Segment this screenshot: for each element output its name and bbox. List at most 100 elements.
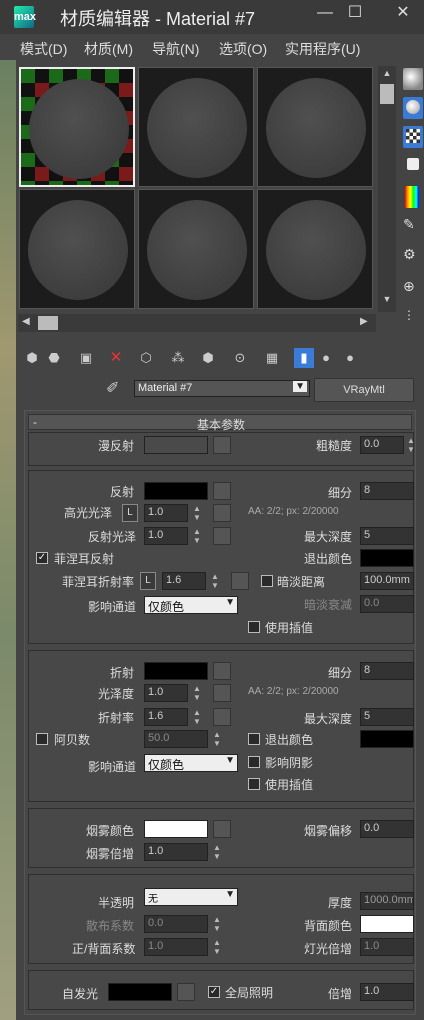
menu-navigation[interactable]: 导航(N) bbox=[152, 39, 199, 59]
assign-to-selection-icon[interactable]: ▣ bbox=[76, 348, 96, 368]
refract-use-interp-checkbox[interactable] bbox=[248, 778, 260, 790]
uv-tiling-icon[interactable] bbox=[407, 158, 419, 170]
material-id-channel-icon[interactable]: ⊙ bbox=[230, 348, 250, 368]
sample-type-icon[interactable] bbox=[403, 68, 423, 90]
horizontal-scrollbar[interactable]: ◀ ▶ bbox=[18, 314, 376, 332]
diffuse-map-button[interactable] bbox=[213, 436, 231, 454]
menu-mode[interactable]: 模式(D) bbox=[20, 39, 67, 59]
translucency-dropdown[interactable]: 无 ▼ bbox=[144, 888, 238, 906]
sample-slot-6[interactable] bbox=[257, 189, 373, 309]
material-name-field[interactable]: Material #7 ▼ bbox=[134, 380, 310, 397]
sample-slot-5[interactable] bbox=[138, 189, 254, 309]
fog-bias-input[interactable]: 0.0 bbox=[360, 820, 414, 838]
refract-map-button[interactable] bbox=[213, 662, 231, 680]
reset-map-icon[interactable]: ✕ bbox=[106, 348, 126, 368]
put-to-library-icon[interactable]: ⬢ bbox=[198, 348, 218, 368]
show-shaded-in-viewport-icon[interactable]: ▦ bbox=[262, 348, 282, 368]
sample-slot-2[interactable] bbox=[138, 67, 254, 187]
vertical-scrollbar[interactable]: ▲ ▼ bbox=[378, 66, 396, 312]
front-back-coeff-spinner[interactable]: ▲ ▼ bbox=[212, 938, 222, 956]
refract-gloss-spinner[interactable]: ▲ ▼ bbox=[192, 684, 202, 702]
abbe-spinner[interactable]: ▲ ▼ bbox=[212, 730, 222, 748]
refract-ior-map-button[interactable] bbox=[213, 708, 231, 726]
affect-shadows-checkbox[interactable] bbox=[248, 756, 260, 768]
dim-distance-checkbox[interactable] bbox=[261, 575, 273, 587]
reflect-exit-color-swatch[interactable] bbox=[360, 549, 414, 567]
fresnel-checkbox[interactable]: ✓ bbox=[36, 552, 48, 564]
select-by-material-icon[interactable]: ⊕ bbox=[403, 278, 423, 300]
minimize-button[interactable]: — bbox=[312, 2, 338, 24]
make-unique-icon[interactable]: ⁂ bbox=[168, 348, 188, 368]
sample-slot-3[interactable] bbox=[257, 67, 373, 187]
roughness-spinner[interactable]: ▲ ▼ bbox=[406, 436, 416, 454]
refract-exit-color-checkbox[interactable] bbox=[248, 733, 260, 745]
reflect-gloss-input[interactable]: 1.0 bbox=[144, 527, 188, 545]
material-type-button[interactable]: VRayMtl bbox=[314, 378, 414, 402]
hscroll-thumb[interactable] bbox=[38, 316, 58, 330]
refract-max-depth-input[interactable]: 5 bbox=[360, 708, 414, 726]
put-to-scene-icon[interactable]: ⬣ bbox=[44, 348, 64, 368]
refract-gloss-map-button[interactable] bbox=[213, 684, 231, 702]
dim-distance-input[interactable]: 100.0mm bbox=[360, 572, 414, 590]
go-to-parent-icon[interactable]: ● bbox=[316, 348, 336, 368]
hilight-lock-button[interactable]: L bbox=[122, 504, 138, 522]
abbe-input[interactable]: 50.0 bbox=[144, 730, 208, 748]
scroll-up-icon[interactable]: ▲ bbox=[380, 68, 394, 82]
refract-affect-channels-dropdown[interactable]: 仅颜色 ▼ bbox=[144, 754, 238, 772]
backlight-icon[interactable] bbox=[403, 97, 423, 119]
refract-subdivs-input[interactable]: 8 bbox=[360, 662, 414, 680]
sample-slot-1[interactable] bbox=[19, 67, 135, 187]
fresnel-ior-spinner[interactable]: ▲ ▼ bbox=[210, 572, 220, 590]
thickness-input[interactable]: 1000.0mm bbox=[360, 892, 414, 910]
sample-slot-4[interactable] bbox=[19, 189, 135, 309]
dim-falloff-input[interactable]: 0.0 bbox=[360, 595, 414, 613]
light-multiplier-input[interactable]: 1.0 bbox=[360, 938, 414, 956]
video-color-check-icon[interactable] bbox=[405, 186, 419, 208]
front-back-coeff-input[interactable]: 1.0 bbox=[144, 938, 208, 956]
reflect-subdivs-input[interactable]: 8 bbox=[360, 482, 414, 500]
menu-material[interactable]: 材质(M) bbox=[84, 39, 133, 59]
back-side-color-swatch[interactable] bbox=[360, 915, 414, 933]
abbe-checkbox[interactable] bbox=[36, 733, 48, 745]
diffuse-color-swatch[interactable] bbox=[144, 436, 208, 454]
reflect-affect-channels-dropdown[interactable]: 仅颜色 ▼ bbox=[144, 596, 238, 614]
refract-color-swatch[interactable] bbox=[144, 662, 208, 680]
fog-color-map-button[interactable] bbox=[213, 820, 231, 838]
hilight-gloss-spinner[interactable]: ▲ ▼ bbox=[192, 504, 202, 522]
scroll-right-icon[interactable]: ▶ bbox=[360, 316, 374, 330]
reflect-color-swatch[interactable] bbox=[144, 482, 208, 500]
pick-material-eyedropper-icon[interactable]: ✐ bbox=[106, 378, 119, 398]
hilight-gloss-input[interactable]: 1.0 bbox=[144, 504, 188, 522]
fog-color-swatch[interactable] bbox=[144, 820, 208, 838]
scroll-thumb[interactable] bbox=[380, 84, 394, 104]
close-button[interactable]: ✕ bbox=[390, 2, 416, 24]
gi-checkbox[interactable]: ✓ bbox=[208, 986, 220, 998]
reflect-map-button[interactable] bbox=[213, 482, 231, 500]
scroll-left-icon[interactable]: ◀ bbox=[22, 316, 36, 330]
scatter-coeff-input[interactable]: 0.0 bbox=[144, 915, 208, 933]
hilight-gloss-map-button[interactable] bbox=[213, 504, 231, 522]
copy-material-icon[interactable]: ⬡ bbox=[136, 348, 156, 368]
refract-ior-input[interactable]: 1.6 bbox=[144, 708, 188, 726]
refract-ior-spinner[interactable]: ▲ ▼ bbox=[192, 708, 202, 726]
fog-multiplier-spinner[interactable]: ▲ ▼ bbox=[212, 843, 222, 861]
options-icon[interactable]: ⚙ bbox=[403, 246, 423, 268]
go-forward-to-sibling-icon[interactable]: ● bbox=[340, 348, 360, 368]
show-end-result-icon[interactable]: ▮ bbox=[294, 348, 314, 368]
material-navigator-icon[interactable]: ⋮ bbox=[403, 308, 423, 330]
fresnel-ior-map-button[interactable] bbox=[231, 572, 249, 590]
fresnel-ior-input[interactable]: 1.6 bbox=[162, 572, 206, 590]
fog-multiplier-input[interactable]: 1.0 bbox=[144, 843, 208, 861]
self-illum-color-swatch[interactable] bbox=[108, 983, 172, 1001]
self-illum-multiplier-input[interactable]: 1.0 bbox=[360, 983, 414, 1001]
reflect-max-depth-input[interactable]: 5 bbox=[360, 527, 414, 545]
reflect-gloss-map-button[interactable] bbox=[213, 527, 231, 545]
get-material-icon[interactable]: ⬢ bbox=[22, 348, 42, 368]
reflect-use-interp-checkbox[interactable] bbox=[248, 621, 260, 633]
maximize-button[interactable]: ☐ bbox=[342, 2, 368, 24]
menu-options[interactable]: 选项(O) bbox=[219, 39, 267, 59]
scatter-coeff-spinner[interactable]: ▲ ▼ bbox=[212, 915, 222, 933]
make-preview-icon[interactable]: ✎ bbox=[403, 216, 423, 238]
refract-exit-color-swatch[interactable] bbox=[360, 730, 414, 748]
refract-gloss-input[interactable]: 1.0 bbox=[144, 684, 188, 702]
